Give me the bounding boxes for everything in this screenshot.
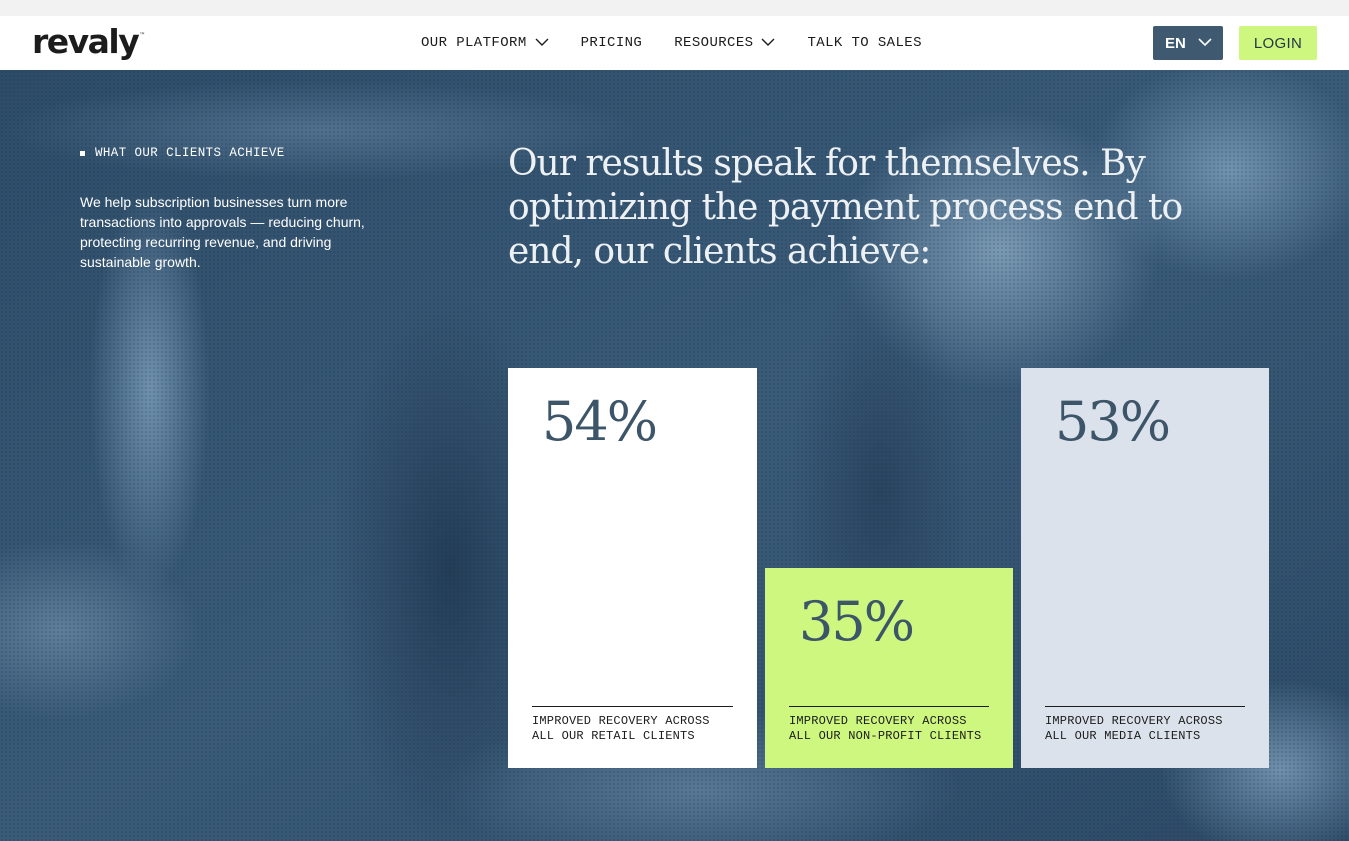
menu-item-label: PRICING [580,35,643,51]
menu-item-our-platform[interactable]: OUR PLATFORM [421,35,549,51]
menu-item-resources[interactable]: RESOURCES [674,35,775,51]
bullet-square-icon [80,150,85,156]
stat-card-retail: 54% IMPROVED RECOVERY ACROSS ALL OUR RET… [508,368,757,768]
stat-caption: IMPROVED RECOVERY ACROSS ALL OUR NON-PRO… [789,714,1009,744]
caption-line: IMPROVED RECOVERY ACROSS [532,714,710,728]
main-menu: OUR PLATFORM PRICING RESOURCES TALK TO S… [421,16,954,70]
language-selector[interactable]: EN [1153,26,1223,60]
stat-value: 35% [799,590,915,653]
divider [1045,706,1245,707]
menu-item-label: OUR PLATFORM [421,35,527,51]
menu-item-label: RESOURCES [674,35,754,51]
chevron-down-icon [761,37,775,47]
section-headline: Our results speak for themselves. By opt… [508,143,1183,272]
caption-line: ALL OUR NON-PROFIT CLIENTS [789,729,982,743]
divider [532,706,733,707]
menu-item-talk-to-sales[interactable]: TALK TO SALES [807,35,921,51]
revaly-logo[interactable]: revaly™ [32,20,146,64]
stat-caption: IMPROVED RECOVERY ACROSS ALL OUR RETAIL … [532,714,752,744]
eyebrow-text: WHAT OUR CLIENTS ACHIEVE [95,146,285,160]
page: revaly™ OUR PLATFORM PRICING RESOURCES T… [0,0,1349,841]
caption-line: IMPROVED RECOVERY ACROSS [789,714,967,728]
logo-trademark: ™ [139,32,146,39]
language-label: EN [1165,34,1186,52]
caption-line: IMPROVED RECOVERY ACROSS [1045,714,1223,728]
intro-paragraph: We help subscription businesses turn mor… [80,194,365,270]
browser-top-strip [0,0,1349,16]
stat-card-media: 53% IMPROVED RECOVERY ACROSS ALL OUR MED… [1021,368,1269,768]
results-hero: WHAT OUR CLIENTS ACHIEVE We help subscri… [0,70,1349,841]
stat-value: 54% [542,390,658,453]
stat-value: 53% [1055,390,1171,453]
divider [789,706,989,707]
caption-line: ALL OUR RETAIL CLIENTS [532,729,695,743]
section-eyebrow: WHAT OUR CLIENTS ACHIEVE [80,146,285,160]
chevron-down-icon [535,37,549,47]
menu-item-pricing[interactable]: PRICING [581,35,643,51]
caption-line: ALL OUR MEDIA CLIENTS [1045,729,1201,743]
menu-item-label: TALK TO SALES [807,35,922,51]
login-button[interactable]: LOGIN [1239,26,1317,60]
top-nav: revaly™ OUR PLATFORM PRICING RESOURCES T… [0,16,1349,70]
logo-text: revaly [32,22,140,61]
chevron-down-icon [1198,37,1212,47]
stat-caption: IMPROVED RECOVERY ACROSS ALL OUR MEDIA C… [1045,714,1265,744]
stat-card-non-profit: 35% IMPROVED RECOVERY ACROSS ALL OUR NON… [765,568,1013,768]
